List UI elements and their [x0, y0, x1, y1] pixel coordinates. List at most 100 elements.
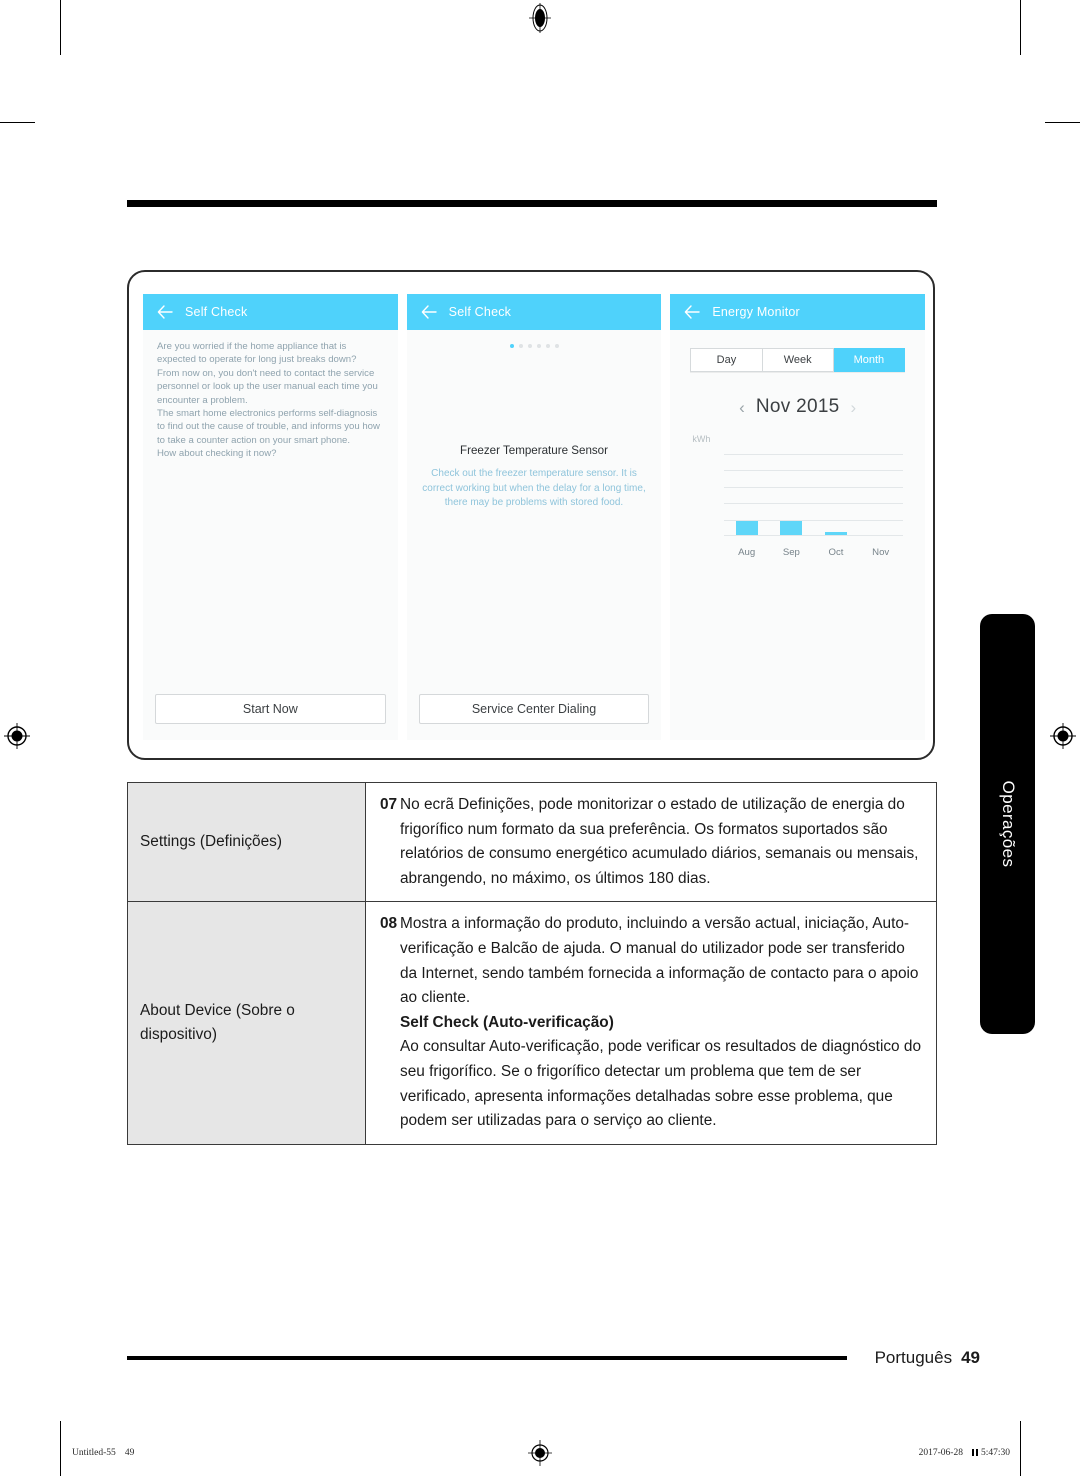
self-check-intro-body: Are you worried if the home appliance th…: [143, 330, 398, 694]
registration-mark-top: [528, 3, 552, 33]
phone-screen-self-check-intro: Self Check Are you worried if the home a…: [143, 294, 398, 740]
x-tick-oct: Oct: [828, 547, 844, 558]
bar-slot-sep: [769, 454, 814, 535]
table-row: Settings (Definições) 07 No ecrã Definiç…: [127, 781, 937, 903]
appbar-energy-monitor: Energy Monitor: [670, 294, 926, 330]
service-center-dialing-button[interactable]: Service Center Dialing: [418, 694, 650, 724]
item-text: No ecrã Definições, pode monitorizar o e…: [400, 796, 919, 887]
pager-dot-5[interactable]: [545, 344, 550, 348]
print-marker-icon: [971, 1449, 979, 1456]
sensor-description: Check out the freezer temperature sensor…: [422, 468, 646, 508]
pager-dot-4[interactable]: [536, 344, 541, 348]
page-footer-rule: [127, 1356, 847, 1360]
appbar-title: Energy Monitor: [712, 305, 800, 319]
subsection-text: Ao consultar Auto-verificação, pode veri…: [400, 1038, 922, 1130]
self-check-intro-copy: Are you worried if the home appliance th…: [153, 330, 388, 461]
self-check-intro-footer: Start Now: [143, 694, 398, 740]
bar-oct: [825, 531, 848, 535]
period-segmented-control[interactable]: Day Week Month: [690, 348, 905, 372]
slug-document-name: Untitled-55: [72, 1448, 116, 1458]
pager-dot-6[interactable]: [554, 344, 559, 348]
period-label: Nov 2015: [755, 396, 840, 417]
item-text: Mostra a informação do produto, incluind…: [400, 915, 919, 1007]
numbered-item: 08 Mostra a informação do produto, inclu…: [366, 912, 924, 1010]
chart-y-axis-unit: kWh: [692, 434, 711, 444]
chart-x-tick-labels: Aug Sep Oct Nov: [724, 547, 903, 558]
x-tick-sep: Sep: [782, 547, 800, 558]
chart-x-axis: [724, 535, 904, 536]
chevron-left-icon[interactable]: ‹: [739, 399, 745, 416]
sensor-title: Freezer Temperature Sensor: [460, 444, 608, 457]
table-cell-key-settings: Settings (Definições): [127, 781, 366, 903]
phone-screen-energy-monitor: Energy Monitor Day Week Month ‹ Nov 2015…: [670, 294, 926, 740]
slug-page: 49: [124, 1448, 135, 1458]
registration-mark-bottom: [528, 1440, 552, 1466]
bar-aug: [735, 521, 758, 535]
subsection-heading: Self Check (Auto-verificação): [400, 1013, 614, 1031]
crop-mark-left-top: [0, 122, 35, 123]
page-top-rule: [127, 200, 937, 207]
period-navigator: ‹ Nov 2015 ›: [680, 396, 915, 418]
feature-description-table: Settings (Definições) 07 No ecrã Definiç…: [127, 781, 937, 1145]
subsection-body: Self Check (Auto-verificação) Ao consult…: [400, 1011, 924, 1134]
page-number: 49: [961, 1348, 980, 1367]
intro-paragraph-4: How about checking it now?: [157, 448, 277, 460]
subsection: Self Check (Auto-verificação) Ao consult…: [366, 1011, 924, 1134]
pager-dots[interactable]: [417, 330, 652, 348]
table-row: About Device (Sobre o dispositivo) 08 Mo…: [127, 901, 937, 1145]
self-check-result-footer: Service Center Dialing: [406, 694, 662, 740]
segment-day[interactable]: Day: [690, 348, 763, 372]
page-footer: Português 49: [875, 1348, 980, 1368]
energy-monitor-footer: [670, 724, 926, 740]
phone-screen-self-check-result: Self Check Freezer Temperature Sensor Ch…: [406, 294, 662, 740]
segment-month[interactable]: Month: [833, 348, 905, 372]
subsection-number-spacer: [366, 1011, 400, 1134]
crop-mark-top-left: [60, 0, 61, 55]
segment-week[interactable]: Week: [762, 348, 834, 372]
slug-time: 5:47:30: [980, 1448, 1010, 1458]
energy-monitor-body: Day Week Month ‹ Nov 2015 › kWh Aug Sep …: [670, 330, 926, 724]
x-tick-nov: Nov: [872, 547, 890, 558]
pager-dot-3[interactable]: [527, 344, 532, 348]
screenshot-group-frame: Self Check Are you worried if the home a…: [127, 270, 935, 760]
chevron-right-icon[interactable]: ›: [851, 399, 857, 416]
back-arrow-icon[interactable]: [421, 305, 437, 319]
numbered-item: 07 No ecrã Definições, pode monitorizar …: [366, 793, 924, 891]
footer-language: Português: [874, 1348, 953, 1367]
appbar-self-check-result: Self Check: [406, 294, 662, 330]
back-arrow-icon[interactable]: [684, 305, 701, 319]
intro-paragraph-2: From now on, you don't need to contact t…: [157, 367, 378, 406]
item-number: 07: [380, 796, 398, 813]
print-slug-right: 2017-06-28 5:47:30: [919, 1448, 1010, 1458]
crop-mark-top-right: [1020, 0, 1021, 55]
crop-mark-bottom-left: [60, 1421, 61, 1476]
intro-paragraph-3: The smart home electronics performs self…: [157, 408, 380, 446]
crop-mark-bottom-right: [1020, 1421, 1021, 1476]
chart-bars: [724, 454, 903, 535]
section-side-tab-label: Operações: [998, 780, 1018, 868]
crop-mark-right-top: [1045, 122, 1080, 123]
energy-bar-chart: kWh Aug Sep Oct Nov: [692, 434, 904, 558]
appbar-self-check-intro: Self Check: [143, 294, 398, 330]
slug-date: 2017-06-28: [918, 1448, 963, 1458]
bar-sep: [780, 521, 803, 535]
back-arrow-icon[interactable]: [157, 305, 173, 319]
pager-dot-2[interactable]: [518, 344, 523, 348]
appbar-title: Self Check: [448, 305, 512, 319]
print-slug-left: Untitled-55 49: [72, 1448, 134, 1458]
bar-slot-nov: [858, 454, 903, 535]
bar-slot-oct: [814, 454, 859, 535]
pager-dot-1[interactable]: [509, 344, 514, 348]
start-now-button[interactable]: Start Now: [155, 694, 386, 724]
section-side-tab: Operações: [980, 614, 1035, 1034]
intro-paragraph-1: Are you worried if the home appliance th…: [157, 341, 357, 366]
table-cell-value-about-device: 08 Mostra a informação do produto, inclu…: [365, 901, 937, 1145]
registration-mark-left: [4, 723, 30, 749]
chart-plot-area: [724, 454, 904, 536]
x-tick-aug: Aug: [738, 547, 756, 558]
item-number: 08: [380, 915, 398, 933]
bar-slot-aug: [724, 454, 769, 535]
registration-mark-right: [1050, 723, 1076, 749]
table-cell-value-settings: 07 No ecrã Definições, pode monitorizar …: [365, 781, 937, 903]
appbar-title: Self Check: [185, 305, 248, 319]
